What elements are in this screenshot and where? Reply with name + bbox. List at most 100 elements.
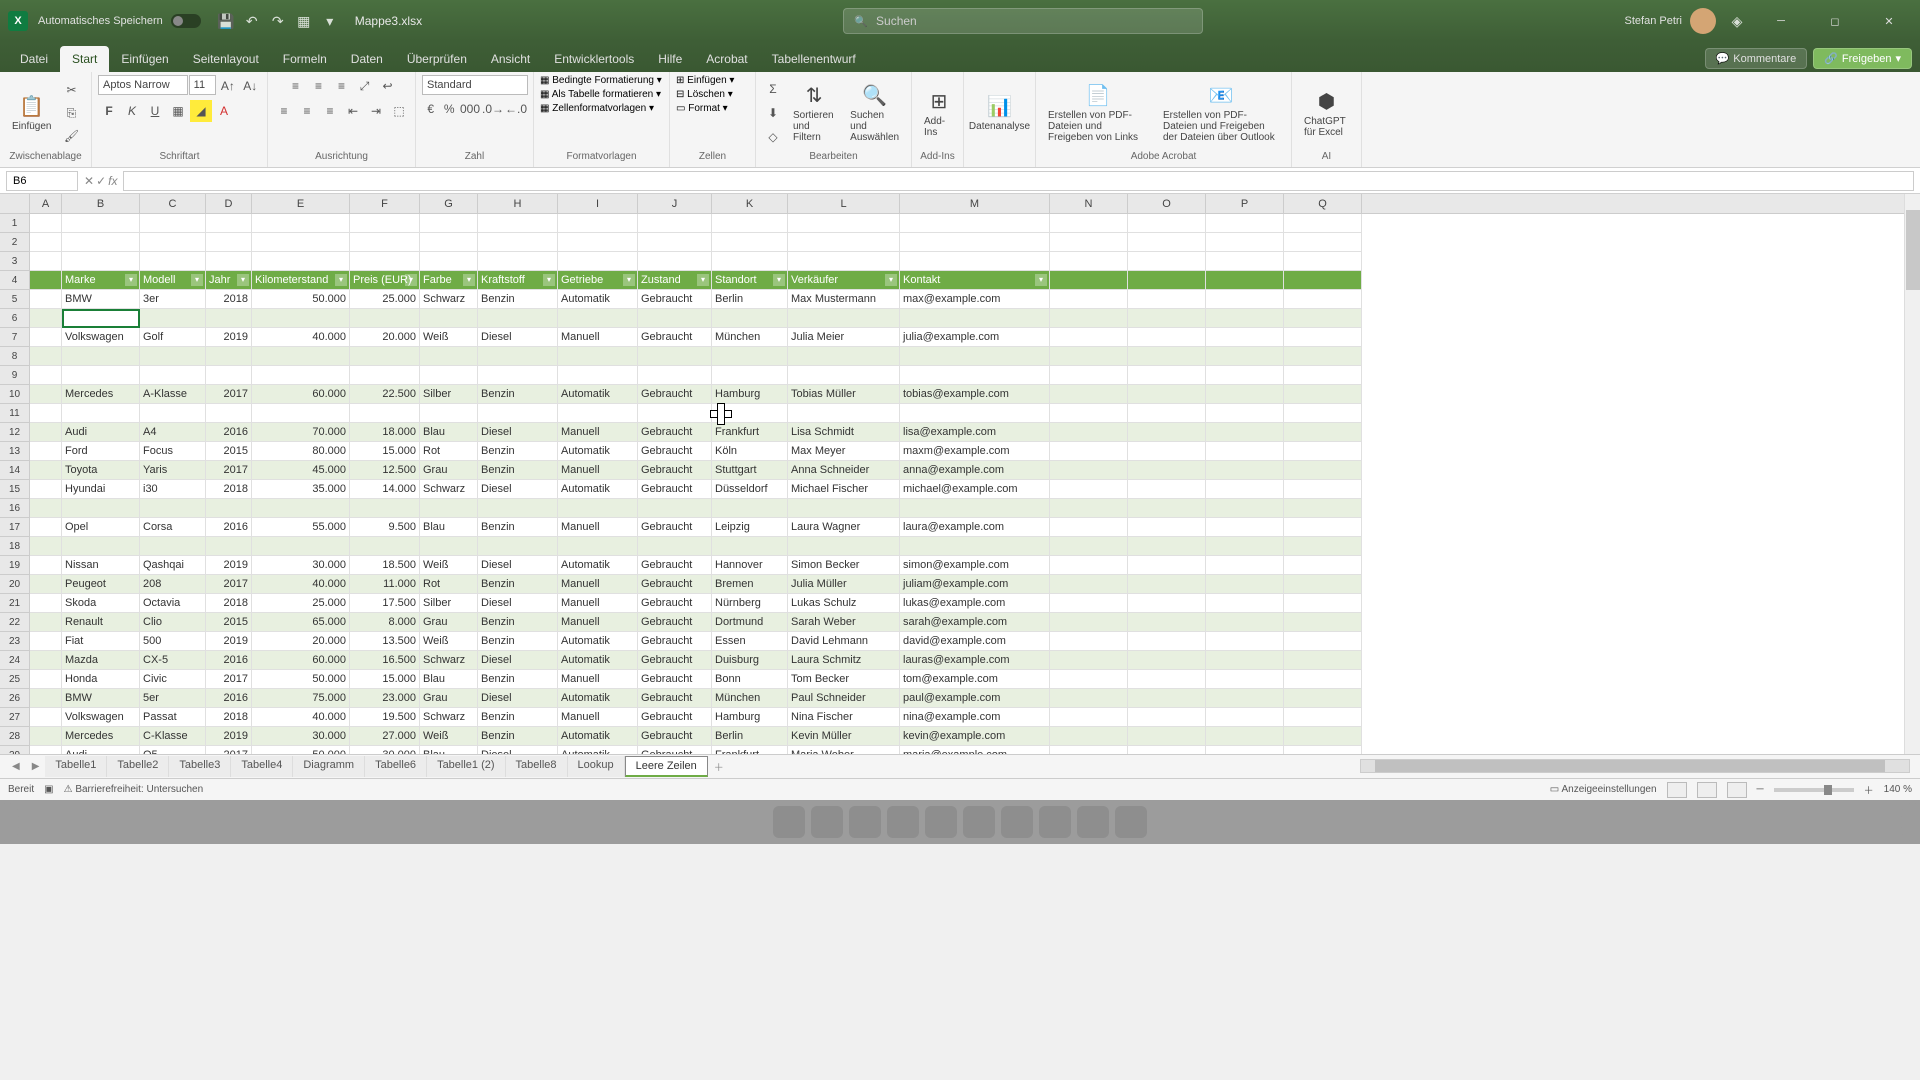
cell[interactable] [1284,252,1362,271]
row-header[interactable]: 26 [0,689,29,708]
tab-seitenlayout[interactable]: Seitenlayout [181,46,271,72]
cell[interactable] [712,537,788,556]
row-header[interactable]: 6 [0,309,29,328]
currency-icon[interactable]: € [422,98,440,120]
cell[interactable]: Kraftstoff▾ [478,271,558,290]
cell[interactable] [206,214,252,233]
cell[interactable]: 45.000 [252,461,350,480]
row-header[interactable]: 10 [0,385,29,404]
row-header[interactable]: 3 [0,252,29,271]
cell[interactable] [30,689,62,708]
cell[interactable] [252,499,350,518]
font-size-combo[interactable]: 11 [189,75,216,95]
align-bot-icon[interactable]: ≡ [331,75,353,97]
cell[interactable] [1128,461,1206,480]
cell[interactable]: david@example.com [900,632,1050,651]
pagebreak-view-icon[interactable] [1727,782,1747,798]
wrap-icon[interactable]: ↩ [377,75,399,97]
cell[interactable]: Octavia [140,594,206,613]
cell[interactable]: Gebraucht [638,708,712,727]
cell[interactable] [1206,480,1284,499]
cell[interactable] [30,594,62,613]
cell[interactable] [350,252,420,271]
cell[interactable]: Frankfurt [712,423,788,442]
cell[interactable]: Benzin [478,613,558,632]
fx-icon[interactable]: fx [108,174,117,188]
cell[interactable]: Qashqai [140,556,206,575]
cell[interactable] [350,347,420,366]
cell[interactable] [62,537,140,556]
row-header[interactable]: 18 [0,537,29,556]
cell[interactable]: Düsseldorf [712,480,788,499]
cell[interactable] [638,366,712,385]
cell[interactable]: Simon Becker [788,556,900,575]
cell[interactable] [30,214,62,233]
filter-dropdown-icon[interactable]: ▾ [623,274,635,286]
format-table-button[interactable]: ▦ Als Tabelle formatieren ▾ [540,89,661,100]
cell[interactable] [1128,651,1206,670]
cell[interactable] [30,480,62,499]
col-header-B[interactable]: B [62,194,140,213]
cell[interactable] [900,347,1050,366]
cell[interactable] [1284,670,1362,689]
cell[interactable] [252,233,350,252]
row-header[interactable]: 19 [0,556,29,575]
font-name-combo[interactable]: Aptos Narrow [98,75,188,95]
cell[interactable]: paul@example.com [900,689,1050,708]
fill-color-icon[interactable]: ◢ [190,100,212,122]
cell[interactable] [62,309,140,328]
cell[interactable]: 8.000 [350,613,420,632]
row-header[interactable]: 24 [0,651,29,670]
cell[interactable] [788,233,900,252]
cell[interactable]: michael@example.com [900,480,1050,499]
cell[interactable]: Gebraucht [638,727,712,746]
cell[interactable]: Bremen [712,575,788,594]
col-header-K[interactable]: K [712,194,788,213]
cell[interactable] [1050,499,1128,518]
cell[interactable]: Manuell [558,328,638,347]
cell[interactable] [712,214,788,233]
cell[interactable] [900,499,1050,518]
cell[interactable]: Julia Müller [788,575,900,594]
cell[interactable]: Blau [420,670,478,689]
row-header[interactable]: 13 [0,442,29,461]
cell[interactable] [30,613,62,632]
cell[interactable]: Diesel [478,689,558,708]
cell[interactable] [1284,309,1362,328]
cell[interactable]: Renault [62,613,140,632]
cell[interactable] [1050,537,1128,556]
cell[interactable] [62,214,140,233]
cell[interactable]: 20.000 [252,632,350,651]
cell[interactable] [1206,632,1284,651]
cell[interactable] [140,233,206,252]
cell[interactable]: 75.000 [252,689,350,708]
cell[interactable] [30,309,62,328]
cell[interactable]: 65.000 [252,613,350,632]
cell[interactable] [1050,404,1128,423]
cell[interactable]: Blau [420,746,478,754]
cell[interactable] [252,404,350,423]
cell[interactable]: 70.000 [252,423,350,442]
cell[interactable]: Lukas Schulz [788,594,900,613]
cell[interactable]: 40.000 [252,328,350,347]
redo-icon[interactable]: ↷ [269,12,287,30]
row-header[interactable]: 2 [0,233,29,252]
cell[interactable] [788,404,900,423]
cell[interactable] [1206,689,1284,708]
cell[interactable] [30,347,62,366]
cell[interactable] [1284,594,1362,613]
cell[interactable] [478,233,558,252]
row-header[interactable]: 16 [0,499,29,518]
pdf-outlook-button[interactable]: 📧Erstellen von PDF-Dateien und Freigeben… [1157,81,1285,145]
cell[interactable]: Max Mustermann [788,290,900,309]
number-format-combo[interactable]: Standard [422,75,528,95]
cell[interactable]: tobias@example.com [900,385,1050,404]
cell[interactable]: BMW [62,290,140,309]
cell[interactable]: Silber [420,385,478,404]
cell[interactable] [30,556,62,575]
cell[interactable]: Manuell [558,613,638,632]
pdf-link-button[interactable]: 📄Erstellen von PDF-Dateien und Freigeben… [1042,81,1154,145]
cell[interactable] [638,499,712,518]
cell[interactable] [252,347,350,366]
cell[interactable]: Gebraucht [638,385,712,404]
